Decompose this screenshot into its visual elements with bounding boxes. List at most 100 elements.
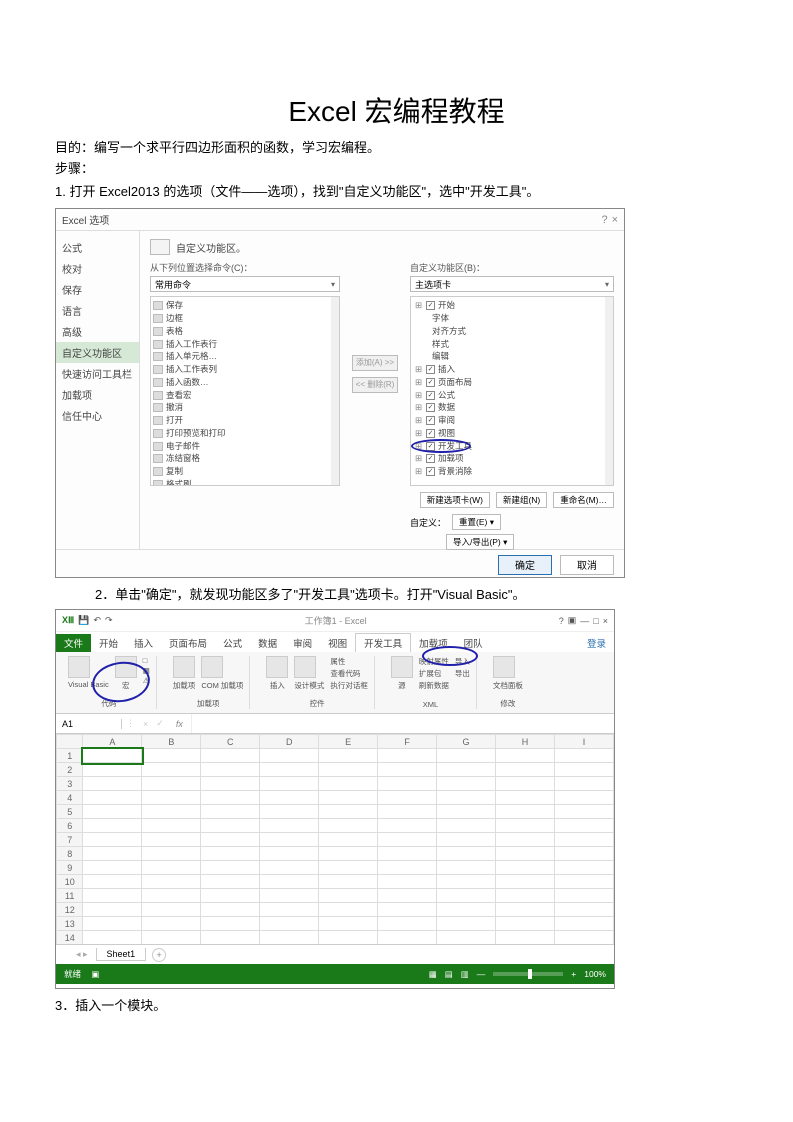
close-icon[interactable]: × [612, 214, 618, 226]
view-layout-icon[interactable]: ▤ [445, 969, 453, 980]
tab-developer[interactable]: 开发工具 [355, 633, 411, 652]
fx-icon[interactable]: fx [168, 719, 191, 729]
command-item[interactable]: 格式刷 [153, 478, 337, 487]
tab-tree-item[interactable]: ⊞✓ 审阅 [413, 414, 611, 427]
map-option[interactable]: 映射属性 [419, 656, 449, 667]
tab-addins[interactable]: 加载项 [411, 634, 456, 652]
maximize-icon[interactable]: □ [593, 616, 598, 626]
reset-button[interactable]: 重置(E) ▾ [452, 514, 501, 530]
rundialog-option[interactable]: 执行对话框 [330, 680, 368, 691]
nav-item[interactable]: 快速访问工具栏 [56, 363, 139, 384]
nav-item[interactable]: 保存 [56, 279, 139, 300]
ribbon-toggle-icon[interactable]: ▣ [568, 615, 577, 626]
ok-button[interactable]: 确定 [498, 555, 552, 575]
import-export-button[interactable]: 导入/导出(P) ▾ [446, 534, 514, 550]
nav-item[interactable]: 语言 [56, 300, 139, 321]
import-option[interactable]: 导入 [455, 656, 470, 667]
view-normal-icon[interactable]: ▦ [429, 969, 437, 980]
right-tabs-select[interactable]: 主选项卡 ▾ [410, 276, 614, 292]
tab-tree-item[interactable]: ⊞✓ 开发工具 [413, 440, 611, 453]
command-item[interactable]: 查看宏 [153, 389, 337, 402]
name-box[interactable]: A1 [56, 719, 122, 729]
addins-icon[interactable] [173, 656, 195, 678]
close-icon[interactable]: × [603, 616, 608, 626]
nav-item[interactable]: 信任中心 [56, 405, 139, 426]
save-icon[interactable]: 💾 [78, 615, 89, 626]
rename-button[interactable]: 重命名(M)… [553, 492, 614, 508]
commands-list[interactable]: 保存边框表格插入工作表行插入单元格…插入工作表列插入函数…查看宏撤消打开打印预览… [150, 296, 340, 486]
visual-basic-icon[interactable] [68, 656, 90, 678]
tab-home[interactable]: 开始 [91, 634, 126, 652]
refresh-option[interactable]: 刷新数据 [419, 680, 449, 691]
sheet-tab[interactable]: Sheet1 [96, 948, 147, 961]
new-tab-button[interactable]: 新建选项卡(W) [420, 492, 490, 508]
macros-icon[interactable] [115, 656, 137, 678]
cancel-button[interactable]: 取消 [560, 555, 614, 575]
tab-tree-item[interactable]: 编辑 [413, 350, 611, 363]
tab-layout[interactable]: 页面布局 [161, 634, 215, 652]
tab-tree-item[interactable]: ⊞✓ 加载项 [413, 452, 611, 465]
formula-bar[interactable] [191, 714, 614, 733]
add-button[interactable]: 添加(A) >> [352, 355, 398, 371]
view-pagebreak-icon[interactable]: ▥ [461, 969, 469, 980]
scrollbar[interactable] [331, 297, 339, 485]
tab-tree-item[interactable]: 字体 [413, 312, 611, 325]
minimize-icon[interactable]: — [580, 616, 589, 626]
worksheet-grid[interactable]: ABCDEFGHI12345678910111213141516 [56, 734, 614, 944]
export-option[interactable]: 导出 [455, 668, 470, 679]
command-item[interactable]: 表格 [153, 325, 337, 338]
design-mode-icon[interactable] [294, 656, 316, 678]
scrollbar[interactable] [605, 297, 613, 485]
command-item[interactable]: 复制 [153, 465, 337, 478]
main-tabs-list[interactable]: ⊞✓ 开始字体对齐方式样式编辑⊞✓ 插入⊞✓ 页面布局⊞✓ 公式⊞✓ 数据⊞✓ … [410, 296, 614, 486]
tab-tree-item[interactable]: ⊞✓ 视图 [413, 427, 611, 440]
insert-control-icon[interactable] [266, 656, 288, 678]
command-item[interactable]: 插入工作表行 [153, 338, 337, 351]
help-icon[interactable]: ? [601, 214, 607, 226]
tab-team[interactable]: 团队 [456, 634, 491, 652]
redo-icon[interactable]: ↷ [105, 615, 113, 626]
tab-review[interactable]: 审阅 [285, 634, 320, 652]
nav-item[interactable]: 加载项 [56, 384, 139, 405]
tab-tree-item[interactable]: ⊞✓ 公式 [413, 389, 611, 402]
tab-insert[interactable]: 插入 [126, 634, 161, 652]
nav-item-selected[interactable]: 自定义功能区 [56, 342, 139, 363]
expand-option[interactable]: 扩展包 [419, 668, 449, 679]
undo-icon[interactable]: ↶ [93, 615, 101, 626]
new-group-button[interactable]: 新建组(N) [496, 492, 547, 508]
command-item[interactable]: 插入单元格… [153, 350, 337, 363]
command-item[interactable]: 插入工作表列 [153, 363, 337, 376]
tab-tree-item[interactable]: ⊞✓ 数据 [413, 401, 611, 414]
command-item[interactable]: 打开 [153, 414, 337, 427]
properties-option[interactable]: 属性 [330, 656, 368, 667]
command-item[interactable]: 边框 [153, 312, 337, 325]
nav-item[interactable]: 公式 [56, 237, 139, 258]
command-item[interactable]: 插入函数… [153, 376, 337, 389]
signin-link[interactable]: 登录 [579, 634, 614, 652]
tab-tree-item[interactable]: ⊞✓ 页面布局 [413, 376, 611, 389]
command-item[interactable]: 电子邮件 [153, 440, 337, 453]
com-addins-icon[interactable] [201, 656, 223, 678]
tab-file[interactable]: 文件 [56, 634, 91, 652]
tab-tree-item[interactable]: 样式 [413, 338, 611, 351]
nav-item[interactable]: 高级 [56, 321, 139, 342]
tab-view[interactable]: 视图 [320, 634, 355, 652]
tab-tree-item[interactable]: ⊞✓ 背景消除 [413, 465, 611, 478]
zoom-slider[interactable] [493, 972, 563, 976]
tab-formula[interactable]: 公式 [215, 634, 250, 652]
command-item[interactable]: 打印预览和打印 [153, 427, 337, 440]
help-icon[interactable]: ? [559, 616, 564, 626]
command-item[interactable]: 保存 [153, 299, 337, 312]
command-item[interactable]: 冻结窗格 [153, 452, 337, 465]
tab-tree-item[interactable]: 对齐方式 [413, 325, 611, 338]
source-icon[interactable] [391, 656, 413, 678]
nav-item[interactable]: 校对 [56, 258, 139, 279]
docpanel-icon[interactable] [493, 656, 515, 678]
tab-data[interactable]: 数据 [250, 634, 285, 652]
remove-button[interactable]: << 删除(R) [352, 377, 398, 393]
new-sheet-button[interactable]: + [152, 948, 166, 962]
left-commands-select[interactable]: 常用命令 ▾ [150, 276, 340, 292]
tab-tree-item[interactable]: ⊞✓ 开始 [413, 299, 611, 312]
command-item[interactable]: 撤消 [153, 401, 337, 414]
viewcode-option[interactable]: 查看代码 [330, 668, 368, 679]
